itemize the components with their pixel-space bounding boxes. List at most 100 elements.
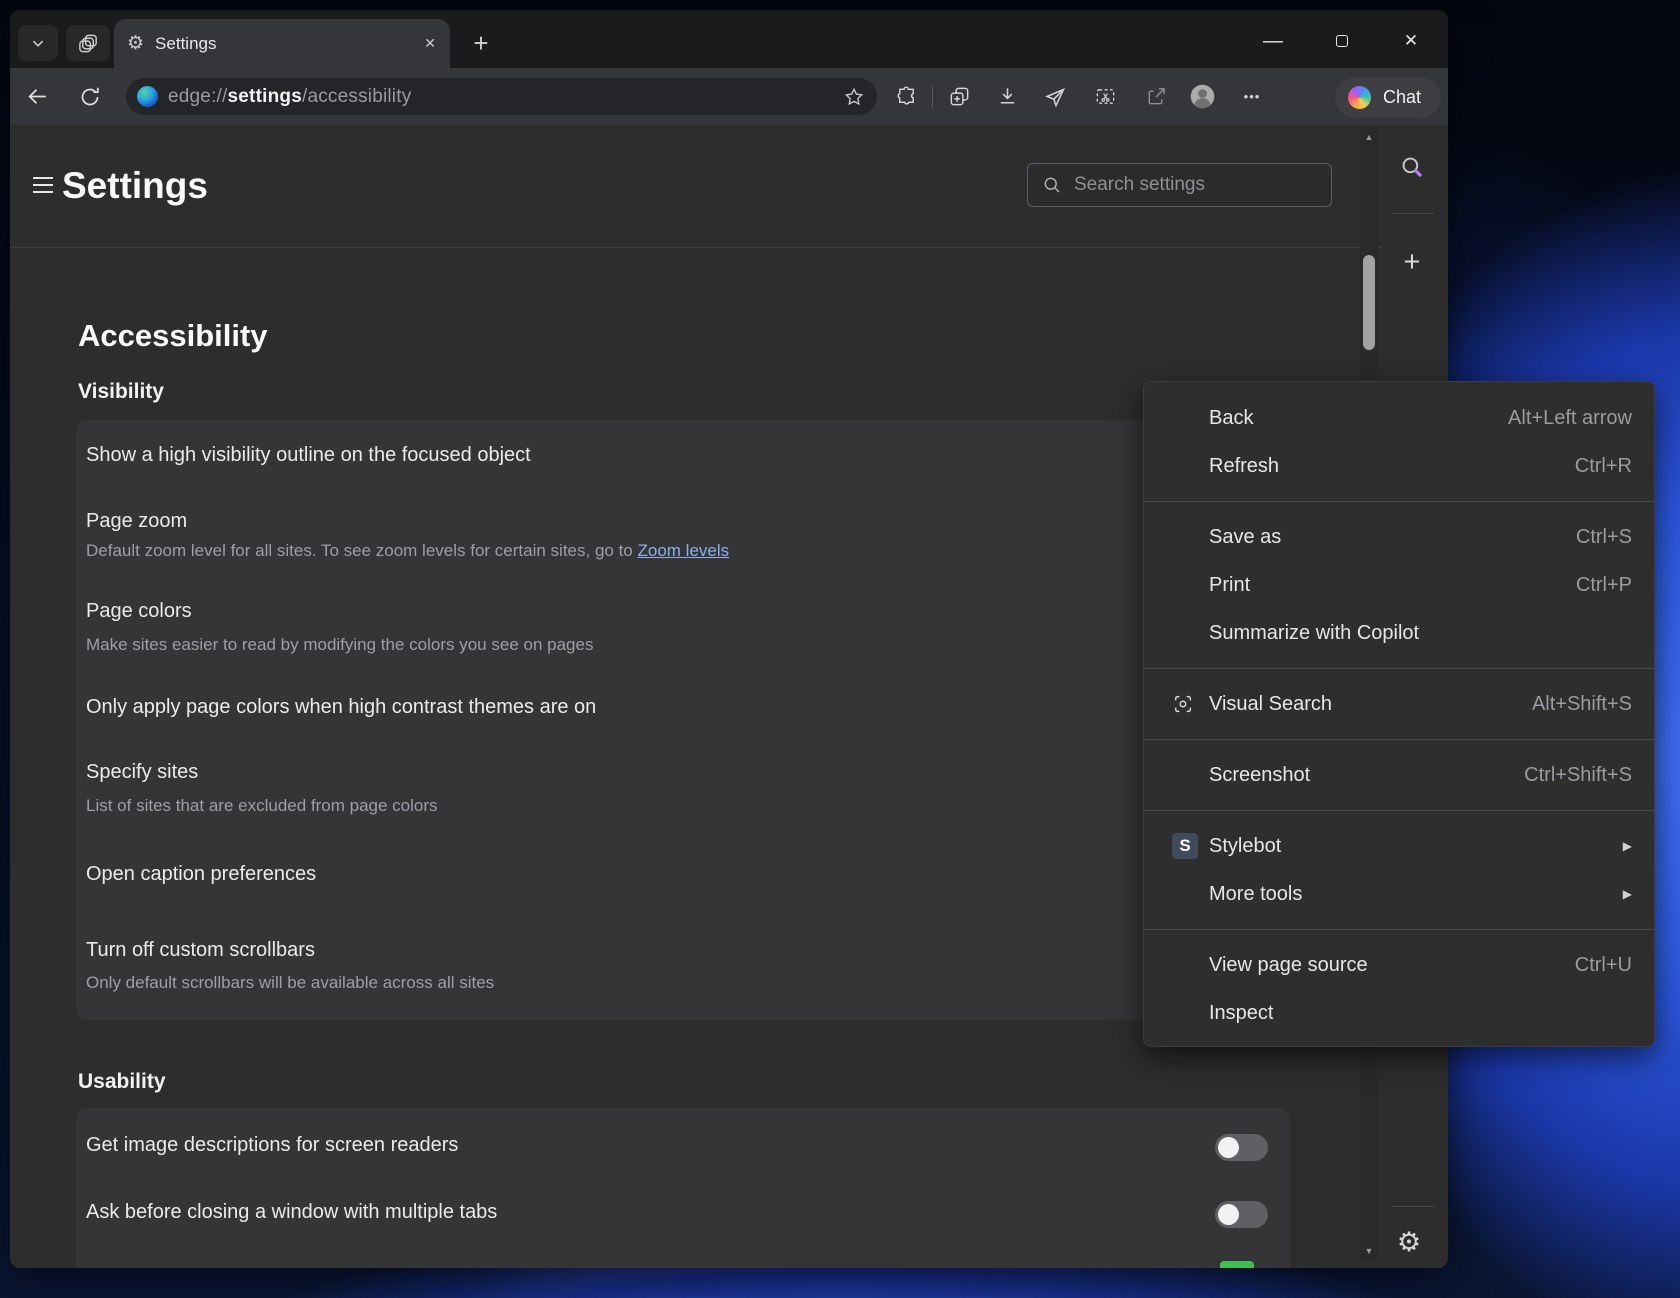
send-to-devices-button[interactable] [1043, 68, 1067, 125]
tab-close-icon[interactable]: ✕ [424, 35, 436, 52]
window-close-button[interactable]: ✕ [1388, 21, 1434, 61]
collections-button[interactable] [947, 68, 971, 125]
menu-separator [1144, 501, 1654, 502]
specify-sites-description: List of sites that are excluded from pag… [86, 796, 438, 816]
stylebot-icon: S [1172, 833, 1198, 859]
usability-card: Get image descriptions for screen reader… [76, 1108, 1290, 1268]
search-placeholder: Search settings [1074, 174, 1205, 196]
page-zoom-description: Default zoom level for all sites. To see… [86, 541, 729, 561]
copilot-logo-icon [1348, 86, 1371, 109]
new-tab-button[interactable]: + [462, 24, 500, 62]
settings-search-input[interactable]: Search settings [1027, 163, 1332, 207]
window-maximize-button[interactable] [1319, 21, 1365, 61]
maximize-icon [1336, 35, 1348, 47]
menu-separator [1144, 929, 1654, 930]
setting-row-image-descriptions: Get image descriptions for screen reader… [86, 1134, 458, 1157]
downloads-button[interactable] [995, 68, 1019, 125]
custom-scrollbars-description: Only default scrollbars will be availabl… [86, 973, 494, 993]
navigation-bar: edge://settings/accessibility [10, 68, 1448, 125]
puzzle-icon [895, 85, 918, 108]
menu-item-print[interactable]: Print Ctrl+P [1144, 561, 1654, 609]
sidebar-settings-button[interactable]: ⚙ [1394, 1227, 1424, 1257]
plus-icon: + [1404, 246, 1421, 279]
download-icon [996, 85, 1019, 108]
tab-title: Settings [155, 34, 424, 54]
page-colors-description: Make sites easier to read by modifying t… [86, 635, 593, 655]
share-icon [1145, 85, 1168, 108]
menu-item-stylebot[interactable]: S Stylebot ▶ [1144, 822, 1654, 870]
tab-bar: ⚙ Settings ✕ + — ✕ [10, 10, 1448, 68]
scroll-up-icon[interactable]: ▲ [1360, 132, 1378, 142]
ellipsis-icon: ••• [1244, 89, 1261, 104]
add-favorite-button[interactable] [843, 86, 865, 108]
scroll-down-icon[interactable]: ▼ [1360, 1246, 1378, 1256]
web-capture-button[interactable] [1093, 68, 1117, 125]
submenu-arrow-icon: ▶ [1623, 839, 1632, 853]
share-button[interactable] [1144, 68, 1168, 125]
sidebar-search-button[interactable] [1398, 153, 1426, 181]
copilot-chat-button[interactable]: Chat [1335, 77, 1441, 118]
setting-row-page-colors[interactable]: Page colors [86, 600, 192, 623]
url-host: settings [228, 86, 302, 107]
menu-separator [1144, 668, 1654, 669]
sidebar-add-button[interactable]: + [1398, 248, 1426, 276]
setting-row-caption-preferences[interactable]: Open caption preferences [86, 863, 316, 886]
menu-item-refresh[interactable]: Refresh Ctrl+R [1144, 442, 1654, 490]
window-minimize-button[interactable]: — [1250, 21, 1296, 61]
image-descriptions-toggle[interactable] [1215, 1134, 1268, 1161]
submenu-arrow-icon: ▶ [1623, 887, 1632, 901]
refresh-icon [78, 85, 102, 109]
page-title: Settings [62, 165, 208, 207]
desktop-wallpaper: ⚙ Settings ✕ + — ✕ edge://settings/acces… [0, 0, 1680, 1298]
workspaces-button[interactable] [66, 25, 110, 61]
tab-favicon-gear-icon: ⚙ [127, 34, 144, 53]
setting-row-high-visibility-outline[interactable]: Show a high visibility outline on the fo… [86, 444, 531, 467]
settings-menu-button[interactable] [33, 177, 53, 193]
menu-item-visual-search[interactable]: Visual Search Alt+Shift+S [1144, 680, 1654, 728]
setting-row-specify-sites[interactable]: Specify sites [86, 761, 198, 784]
toolbar-divider [932, 85, 933, 108]
extensions-button[interactable] [894, 68, 918, 125]
setting-row-only-apply-page-colors[interactable]: Only apply page colors when high contras… [86, 696, 596, 719]
menu-item-back[interactable]: Back Alt+Left arrow [1144, 394, 1654, 442]
address-bar[interactable]: edge://settings/accessibility [126, 78, 877, 115]
menu-item-screenshot[interactable]: Screenshot Ctrl+Shift+S [1144, 751, 1654, 799]
menu-item-summarize-copilot[interactable]: Summarize with Copilot [1144, 609, 1654, 657]
setting-row-ask-before-closing: Ask before closing a window with multipl… [86, 1201, 497, 1224]
zoom-levels-link[interactable]: Zoom levels [638, 541, 730, 560]
rail-divider-bottom [1392, 1206, 1434, 1207]
refresh-button[interactable] [76, 68, 104, 125]
menu-separator [1144, 810, 1654, 811]
profile-button[interactable] [1188, 68, 1216, 125]
visibility-heading: Visibility [78, 380, 164, 404]
partial-toggle-on[interactable] [1220, 1261, 1254, 1268]
edge-logo-icon [137, 86, 158, 107]
ask-before-closing-toggle[interactable] [1215, 1201, 1268, 1228]
menu-item-view-page-source[interactable]: View page source Ctrl+U [1144, 941, 1654, 989]
url-scheme: edge:// [168, 86, 228, 107]
collections-icon [948, 85, 971, 108]
back-button[interactable] [24, 68, 50, 125]
minimize-icon: — [1263, 30, 1283, 53]
more-options-button[interactable]: ••• [1238, 68, 1266, 125]
menu-item-inspect[interactable]: Inspect [1144, 989, 1654, 1037]
chat-label: Chat [1383, 87, 1421, 108]
setting-row-custom-scrollbars[interactable]: Turn off custom scrollbars [86, 939, 315, 962]
toggle-knob [1218, 1137, 1239, 1158]
url-text[interactable]: edge://settings/accessibility [168, 86, 843, 108]
setting-row-page-zoom[interactable]: Page zoom [86, 510, 187, 533]
scrollbar-thumb[interactable] [1363, 255, 1375, 350]
gear-icon: ⚙ [1397, 1227, 1421, 1258]
tab-search-dropdown-button[interactable] [18, 25, 58, 61]
workspaces-icon [77, 32, 100, 55]
chevron-down-icon [27, 32, 49, 54]
star-icon [843, 86, 865, 108]
menu-item-more-tools[interactable]: More tools ▶ [1144, 870, 1654, 918]
menu-item-save-as[interactable]: Save as Ctrl+S [1144, 513, 1654, 561]
visual-search-icon [1172, 693, 1194, 715]
menu-separator [1144, 739, 1654, 740]
active-tab[interactable]: ⚙ Settings ✕ [114, 19, 450, 68]
close-icon: ✕ [1404, 31, 1418, 51]
bing-search-icon [1399, 154, 1425, 180]
visibility-card: Show a high visibility outline on the fo… [76, 420, 1290, 1020]
